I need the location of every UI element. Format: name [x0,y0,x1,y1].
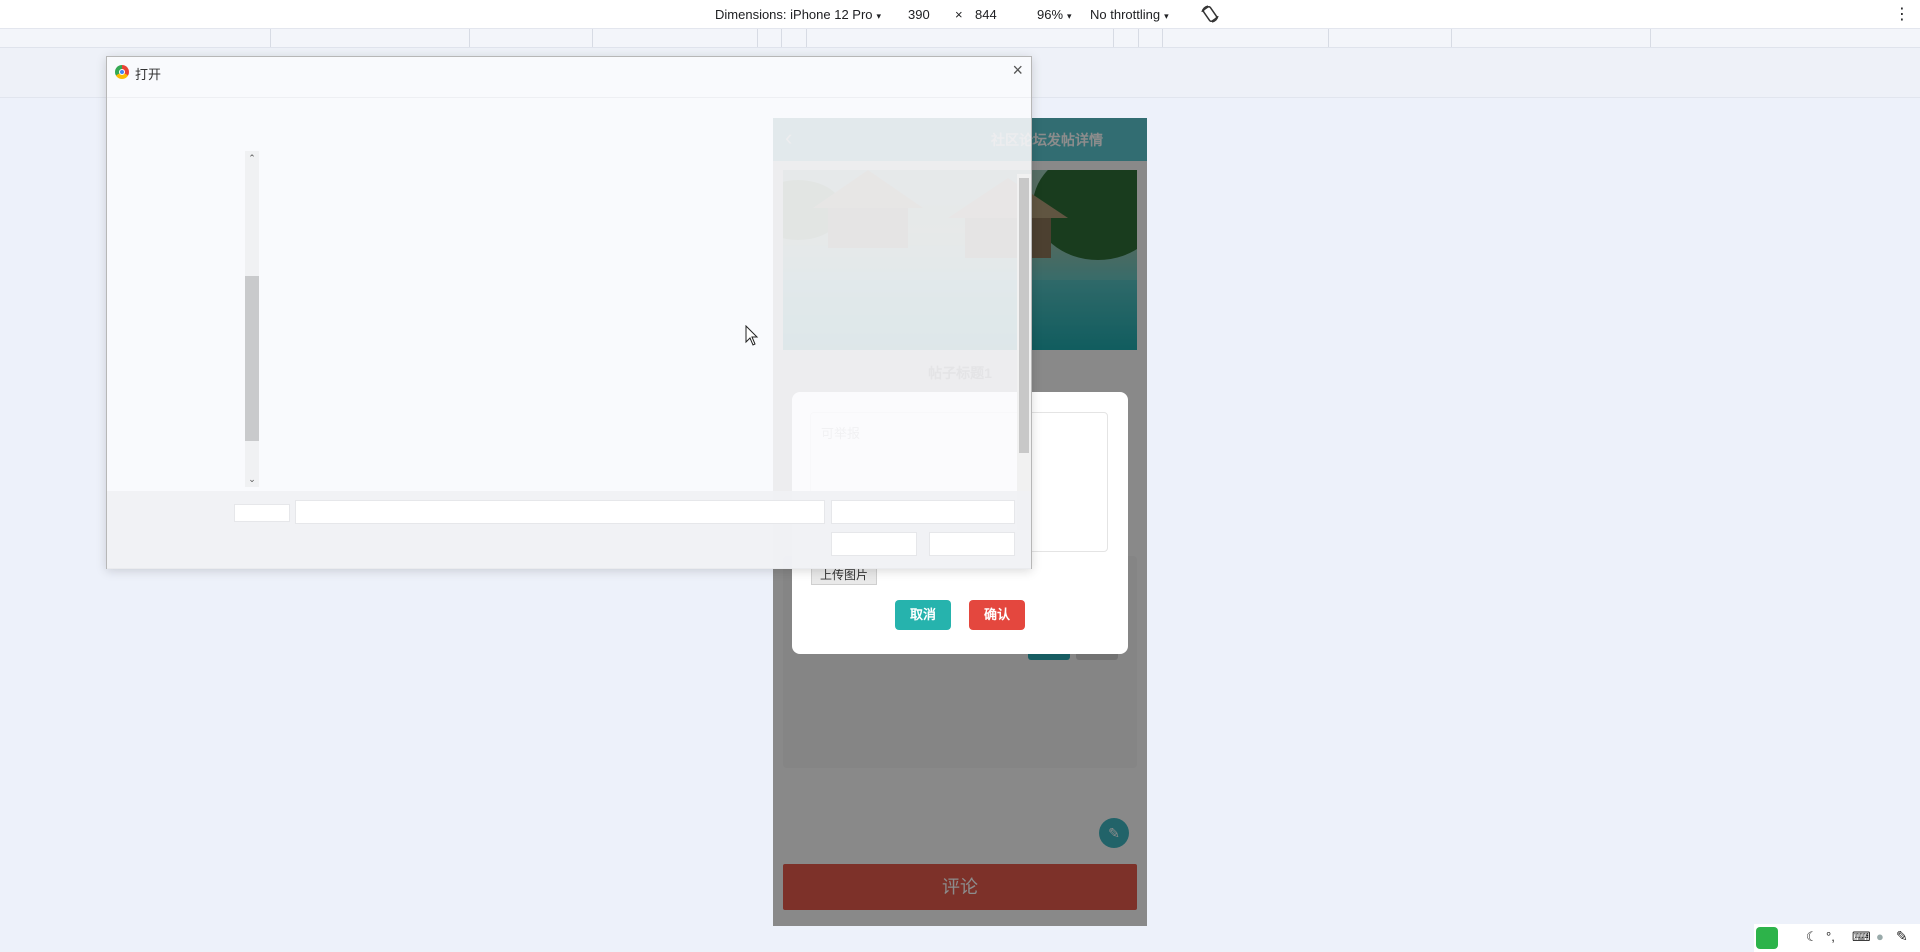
ruler-tick [1138,29,1139,47]
system-tray: ☾ °, ⌨ ● ✎ [1754,924,1920,952]
chevron-down-icon: ▾ [1067,11,1072,21]
keyboard-icon[interactable]: ⌨ [1852,929,1871,945]
ruler-tick [592,29,593,47]
width-input[interactable]: 390 [908,7,930,22]
ruler-tick [806,29,807,47]
ruler-tick [270,29,271,47]
filename-label-placeholder [234,504,290,522]
folder-tree-scrollbar[interactable]: ⌃ ⌄ [245,151,259,487]
scrollbar-thumb[interactable] [245,276,259,441]
ruler-tick [1113,29,1114,47]
device-dimensions-dropdown[interactable]: Dimensions: iPhone 12 Pro ▾ [715,7,881,22]
ruler-tick [1162,29,1163,47]
more-options-icon[interactable]: ⋮ [1894,4,1910,24]
ruler-tick [757,29,758,47]
dimension-separator: × [955,7,963,22]
ruler-tick [469,29,470,47]
file-type-select[interactable] [831,500,1015,524]
ruler-tick [1328,29,1329,47]
device-dimensions-label: Dimensions: iPhone 12 Pro [715,7,873,22]
dialog-cancel-button[interactable] [929,532,1015,556]
moon-icon[interactable]: ☾ [1806,929,1818,945]
scrollbar-thumb[interactable] [1019,178,1029,453]
devtools-device-toolbar: Dimensions: iPhone 12 Pro ▾ 390 × 844 96%… [0,0,1920,29]
cancel-button[interactable]: 取消 [895,600,951,630]
user-icon[interactable]: ● [1876,929,1884,944]
file-open-dialog: 打开 × ⌃ ⌄ [106,56,1032,569]
punctuation-icon[interactable]: °, [1826,929,1835,944]
ruler-tick [1451,29,1452,47]
dialog-titlebar: 打开 × [107,57,1031,98]
height-input[interactable]: 844 [975,7,997,22]
dialog-title: 打开 [135,67,162,82]
confirm-button[interactable]: 确认 [969,600,1025,630]
ruler-tick [1650,29,1651,47]
open-button[interactable] [831,532,917,556]
zoom-label: 96% [1037,7,1064,22]
ruler-tick [781,29,782,47]
dialog-footer [107,491,1031,569]
throttling-label: No throttling [1090,7,1161,22]
ime-logo-icon[interactable] [1756,927,1778,949]
file-list-scrollbar[interactable] [1017,174,1031,530]
chevron-down-icon: ▾ [876,11,882,21]
scroll-down-icon[interactable]: ⌄ [245,474,259,485]
filename-input[interactable] [295,500,825,524]
scroll-up-icon[interactable]: ⌃ [245,153,259,164]
close-icon[interactable]: × [1012,61,1023,79]
throttling-dropdown[interactable]: No throttling ▾ [1090,7,1169,22]
media-query-bar[interactable] [0,29,1920,48]
wrench-icon[interactable]: ✎ [1896,928,1908,945]
chrome-icon [115,65,129,79]
chevron-down-icon: ▾ [1164,11,1169,21]
rotate-icon[interactable] [1200,4,1220,27]
zoom-dropdown[interactable]: 96% ▾ [1037,7,1072,22]
